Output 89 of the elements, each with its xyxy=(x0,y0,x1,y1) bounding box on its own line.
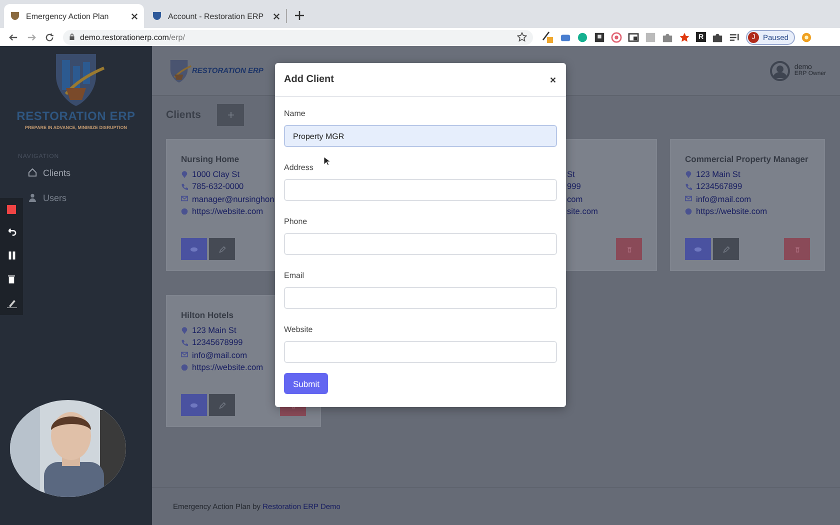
pen-icon[interactable] xyxy=(6,298,16,308)
nav-item[interactable]: Clients xyxy=(24,160,75,185)
client-address: St xyxy=(567,169,575,180)
eye-icon xyxy=(190,402,198,408)
circle-icon[interactable] xyxy=(577,32,588,42)
target-icon[interactable] xyxy=(611,32,622,42)
client-website[interactable]: https://website.com xyxy=(192,206,264,216)
plus-icon xyxy=(228,112,234,118)
client-address: 1000 Clay St xyxy=(192,169,240,180)
lock-icon xyxy=(69,33,75,41)
input-field[interactable] xyxy=(284,233,557,255)
globe-icon xyxy=(181,364,188,371)
home-icon xyxy=(28,168,37,177)
client-email[interactable]: info@mail.com xyxy=(192,350,247,360)
circle-icon[interactable] xyxy=(801,32,812,42)
client-website[interactable]: https://website.com xyxy=(192,362,264,372)
trash-icon[interactable] xyxy=(8,274,15,284)
input-field[interactable]: Property MGR xyxy=(284,125,557,147)
shield-icon xyxy=(152,11,162,21)
client-address: 123 Main St xyxy=(696,169,740,180)
trash-icon xyxy=(626,246,632,252)
star-icon[interactable] xyxy=(679,32,690,42)
client-phone[interactable]: 999 xyxy=(567,181,581,192)
eye-icon xyxy=(694,246,702,252)
address-field[interactable]: demo.restorationerp.com/erp/ xyxy=(63,30,533,44)
field-label: Address xyxy=(284,162,314,174)
window-icon[interactable] xyxy=(628,32,639,42)
pause-icon[interactable] xyxy=(8,251,16,260)
field-label: Name xyxy=(284,108,306,120)
envelope-icon xyxy=(685,195,692,202)
close-icon[interactable] xyxy=(550,76,556,82)
input-field[interactable] xyxy=(284,287,557,309)
envelope-icon xyxy=(181,351,188,358)
phone-icon xyxy=(181,338,188,346)
trash-icon xyxy=(794,246,800,252)
view-button[interactable] xyxy=(181,394,207,416)
phone-icon xyxy=(181,182,188,190)
puzzle-piece-icon[interactable] xyxy=(712,32,723,42)
browser-tab[interactable]: Account - Restoration ERP xyxy=(146,9,287,23)
globe-icon xyxy=(685,208,692,215)
client-email[interactable]: info@mail.com xyxy=(696,194,751,204)
globe-icon xyxy=(181,208,188,215)
client-email[interactable]: com xyxy=(567,194,583,204)
location-pin-icon xyxy=(685,170,692,178)
view-button[interactable] xyxy=(685,238,711,260)
input-field[interactable] xyxy=(284,341,557,363)
submit-button[interactable]: Submit xyxy=(284,373,328,394)
field-label: Email xyxy=(284,270,304,282)
client-website[interactable]: site.com xyxy=(567,206,598,216)
pencil-icon xyxy=(218,402,226,408)
client-name: Commercial Property Manager xyxy=(685,154,810,166)
location-pin-icon xyxy=(181,326,188,334)
square-icon[interactable] xyxy=(645,32,656,42)
book-icon[interactable] xyxy=(594,32,605,42)
person-icon xyxy=(28,193,37,202)
field-label: Website xyxy=(284,324,313,336)
forward-arrow-icon[interactable] xyxy=(27,32,36,42)
reload-icon[interactable] xyxy=(45,32,54,42)
client-phone[interactable]: 12345678999 xyxy=(192,337,243,348)
pencil-icon[interactable] xyxy=(542,31,554,43)
user-avatar-icon[interactable] xyxy=(770,60,790,80)
back-arrow-icon[interactable] xyxy=(9,32,18,42)
eye-icon xyxy=(190,246,198,252)
client-address: 123 Main St xyxy=(192,325,236,336)
view-button[interactable] xyxy=(181,238,207,260)
client-name: Hilton Hotels xyxy=(181,310,234,322)
plus-icon[interactable] xyxy=(295,11,304,20)
pencil-icon xyxy=(218,246,226,252)
browser-tab[interactable]: Emergency Action Plan xyxy=(4,4,144,28)
logo-text: RESTORATION ERP xyxy=(16,109,136,123)
client-email[interactable]: manager@nursinghon xyxy=(192,194,274,204)
envelope-icon xyxy=(181,195,188,202)
client-phone[interactable]: 1234567899 xyxy=(696,181,742,192)
phone-icon xyxy=(685,182,692,190)
shield-icon xyxy=(10,11,20,21)
pencil-icon xyxy=(722,246,730,252)
close-icon[interactable] xyxy=(273,12,280,20)
input-field[interactable] xyxy=(284,179,557,201)
close-icon[interactable] xyxy=(131,12,138,20)
location-pin-icon xyxy=(181,170,188,178)
star-icon[interactable] xyxy=(517,32,527,42)
undo-icon[interactable] xyxy=(6,228,17,237)
dialog-title: Add Client xyxy=(284,74,334,85)
client-phone[interactable]: 785-632-0000 xyxy=(192,181,244,192)
client-website[interactable]: https://website.com xyxy=(696,206,768,216)
field-label: Phone xyxy=(284,216,308,228)
nav-item[interactable]: Users xyxy=(24,185,71,210)
mouse-pointer-icon xyxy=(324,157,330,166)
playlist-icon[interactable] xyxy=(729,32,740,42)
